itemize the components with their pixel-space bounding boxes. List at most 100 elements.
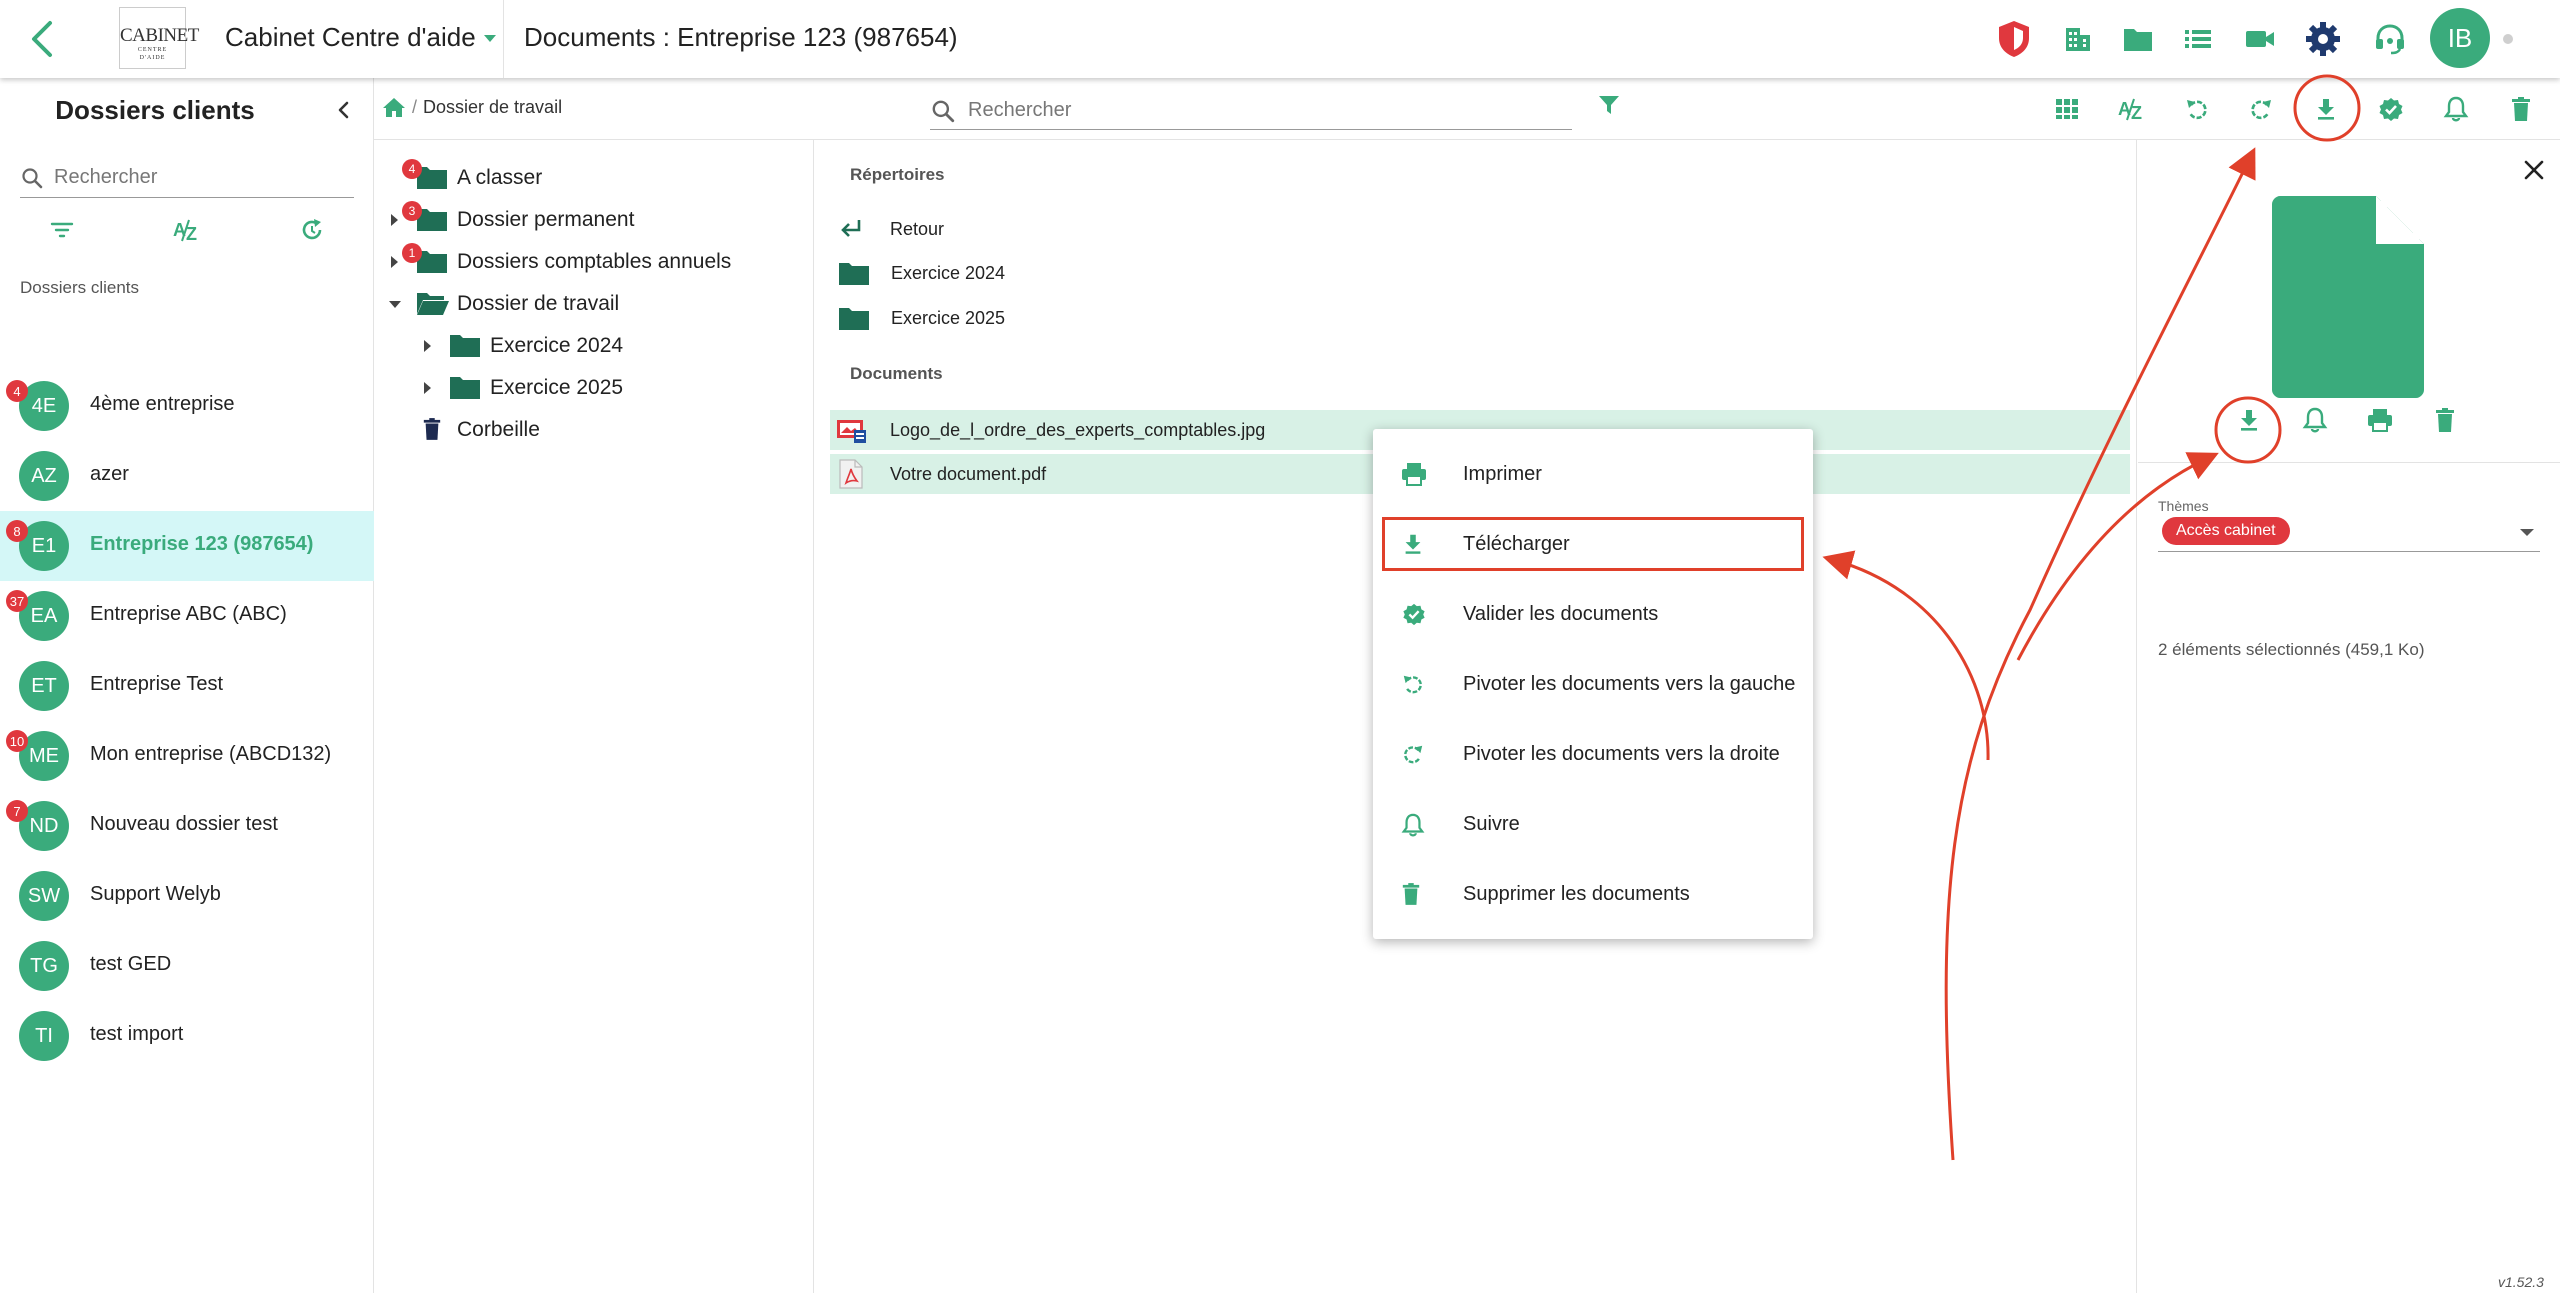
document-preview-icon xyxy=(2272,196,2424,398)
client-item[interactable]: TG test GED xyxy=(0,931,374,1001)
expand-arrow-icon[interactable] xyxy=(391,256,398,268)
grid-view-icon[interactable] xyxy=(2046,88,2088,130)
home-icon[interactable] xyxy=(382,96,406,118)
tree-node-exercice-2025[interactable]: Exercice 2025 xyxy=(374,370,814,406)
printer-icon[interactable] xyxy=(2358,398,2402,442)
collapse-arrow-icon[interactable] xyxy=(389,301,401,308)
download-icon[interactable] xyxy=(2227,398,2271,442)
top-bar: CABINET CENTRE D'AIDE Cabinet Centre d'a… xyxy=(0,0,2560,78)
trash-icon[interactable] xyxy=(2500,88,2542,130)
settings-gear-icon[interactable] xyxy=(2303,19,2343,59)
client-item[interactable]: E1 8 Entreprise 123 (987654) xyxy=(0,511,374,581)
directory-row[interactable]: Exercice 2025 xyxy=(830,298,2130,338)
video-camera-icon[interactable] xyxy=(2240,19,2280,59)
client-item[interactable]: AZ azer xyxy=(0,441,374,511)
expand-arrow-icon[interactable] xyxy=(391,214,398,226)
client-unread-badge: 4 xyxy=(6,380,28,402)
client-item[interactable]: EA 37 Entreprise ABC (ABC) xyxy=(0,581,374,651)
menu-item-delete[interactable]: Supprimer les documents xyxy=(1373,859,1813,929)
menu-item-rotate-right[interactable]: Pivoter les documents vers la droite xyxy=(1373,719,1813,789)
client-item[interactable]: TI test import xyxy=(0,1001,374,1071)
bell-follow-icon[interactable] xyxy=(2293,398,2337,442)
security-shield-icon[interactable] xyxy=(1994,19,2034,59)
trash-icon[interactable] xyxy=(2423,398,2467,442)
directory-name: Exercice 2024 xyxy=(891,263,1006,283)
menu-item-print[interactable]: Imprimer xyxy=(1373,439,1813,509)
client-item[interactable]: SW Support Welyb xyxy=(0,861,374,931)
documents-search-input[interactable]: Rechercher xyxy=(930,92,1572,130)
building-icon[interactable] xyxy=(2058,19,2098,59)
refresh-history-icon[interactable] xyxy=(290,208,334,252)
download-icon[interactable] xyxy=(2305,88,2347,130)
back-row[interactable]: Retour xyxy=(830,209,2130,249)
caret-down-icon xyxy=(2520,529,2534,536)
collapse-sidebar-chevron-icon[interactable] xyxy=(330,96,358,124)
rotate-right-icon[interactable] xyxy=(2240,88,2282,130)
back-arrow-icon[interactable] xyxy=(22,17,66,61)
bell-follow-icon xyxy=(1401,813,1425,837)
validate-check-icon xyxy=(1403,603,1425,626)
search-placeholder: Rechercher xyxy=(54,166,158,188)
menu-item-rotate-left[interactable]: Pivoter les documents vers la gauche xyxy=(1373,649,1813,719)
tree-node-corbeille[interactable]: Corbeille xyxy=(374,412,814,448)
funnel-filter-icon[interactable] xyxy=(1596,92,1622,118)
menu-label: Pivoter les documents vers la droite xyxy=(1463,743,1780,765)
tree-node-exercice-2024[interactable]: Exercice 2024 xyxy=(374,328,814,364)
menu-item-validate[interactable]: Valider les documents xyxy=(1373,579,1813,649)
menu-item-follow[interactable]: Suivre xyxy=(1373,789,1813,859)
document-name: Votre document.pdf xyxy=(890,464,1047,484)
client-avatar: TG xyxy=(19,941,69,991)
header-divider xyxy=(503,0,504,78)
cabinet-selector[interactable]: Cabinet Centre d'aide xyxy=(225,22,496,53)
search-icon xyxy=(932,100,955,122)
expand-arrow-icon[interactable] xyxy=(424,382,431,394)
clients-section-label: Dossiers clients xyxy=(20,278,140,297)
client-name: Mon entreprise (ABCD132) xyxy=(90,743,332,765)
validate-check-icon[interactable] xyxy=(2370,88,2412,130)
client-name: Nouveau dossier test xyxy=(90,813,278,835)
client-item[interactable]: 4E 4 4ème entreprise xyxy=(0,371,374,441)
client-item[interactable]: ND 7 Nouveau dossier test xyxy=(0,791,374,861)
rotate-left-icon[interactable] xyxy=(2176,88,2218,130)
breadcrumb-separator: / xyxy=(412,96,418,117)
context-menu: Imprimer Télécharger Valider les documen… xyxy=(1373,429,1813,939)
tree-node-dossiers-comptables[interactable]: 1 Dossiers comptables annuels xyxy=(374,243,814,280)
expand-arrow-icon[interactable] xyxy=(424,340,431,352)
tree-node-a-classer[interactable]: 4 A classer xyxy=(374,159,814,196)
filter-lines-icon[interactable] xyxy=(40,208,84,252)
breadcrumb: / Dossier de travail xyxy=(382,96,562,118)
menu-item-download[interactable]: Télécharger xyxy=(1382,517,1804,571)
themes-label: Thèmes xyxy=(2158,498,2209,514)
directory-row[interactable]: Exercice 2024 xyxy=(830,253,2130,293)
tree-node-dossier-permanent[interactable]: 3 Dossier permanent xyxy=(374,201,814,238)
tree-label: Corbeille xyxy=(457,418,540,441)
document-name: Logo_de_l_ordre_des_experts_comptables.j… xyxy=(890,420,1266,440)
unread-badge: 3 xyxy=(402,201,422,221)
sort-az-icon[interactable]: AZ xyxy=(2111,88,2153,130)
folder-icon[interactable] xyxy=(2118,19,2158,59)
support-headset-icon[interactable] xyxy=(2370,19,2410,59)
client-item[interactable]: ET Entreprise Test xyxy=(0,651,374,721)
printer-icon xyxy=(1402,463,1426,486)
client-name: test GED xyxy=(90,953,172,975)
breadcrumb-current[interactable]: Dossier de travail xyxy=(423,97,562,118)
client-item[interactable]: ME 10 Mon entreprise (ABCD132) xyxy=(0,721,374,791)
image-file-icon xyxy=(837,420,866,443)
rotate-left-icon xyxy=(1403,675,1422,694)
theme-chip[interactable]: Accès cabinet xyxy=(2162,517,2290,545)
tree-label: A classer xyxy=(457,166,543,189)
bell-follow-icon[interactable] xyxy=(2435,88,2477,130)
themes-select[interactable]: Accès cabinet xyxy=(2158,514,2540,552)
list-icon[interactable] xyxy=(2178,19,2218,59)
return-arrow-icon xyxy=(841,220,861,237)
client-unread-badge: 10 xyxy=(6,730,28,752)
tree-node-dossier-de-travail[interactable]: Dossier de travail xyxy=(374,286,814,322)
search-icon xyxy=(22,167,43,188)
client-name: 4ème entreprise xyxy=(90,393,235,415)
close-icon[interactable] xyxy=(2522,158,2546,182)
client-avatar: ET xyxy=(19,661,69,711)
directories-header: Répertoires xyxy=(850,165,945,184)
user-avatar[interactable]: IB xyxy=(2430,8,2490,68)
sort-az-icon[interactable]: AZ xyxy=(165,208,209,252)
clients-search-input[interactable]: Rechercher xyxy=(20,158,354,198)
